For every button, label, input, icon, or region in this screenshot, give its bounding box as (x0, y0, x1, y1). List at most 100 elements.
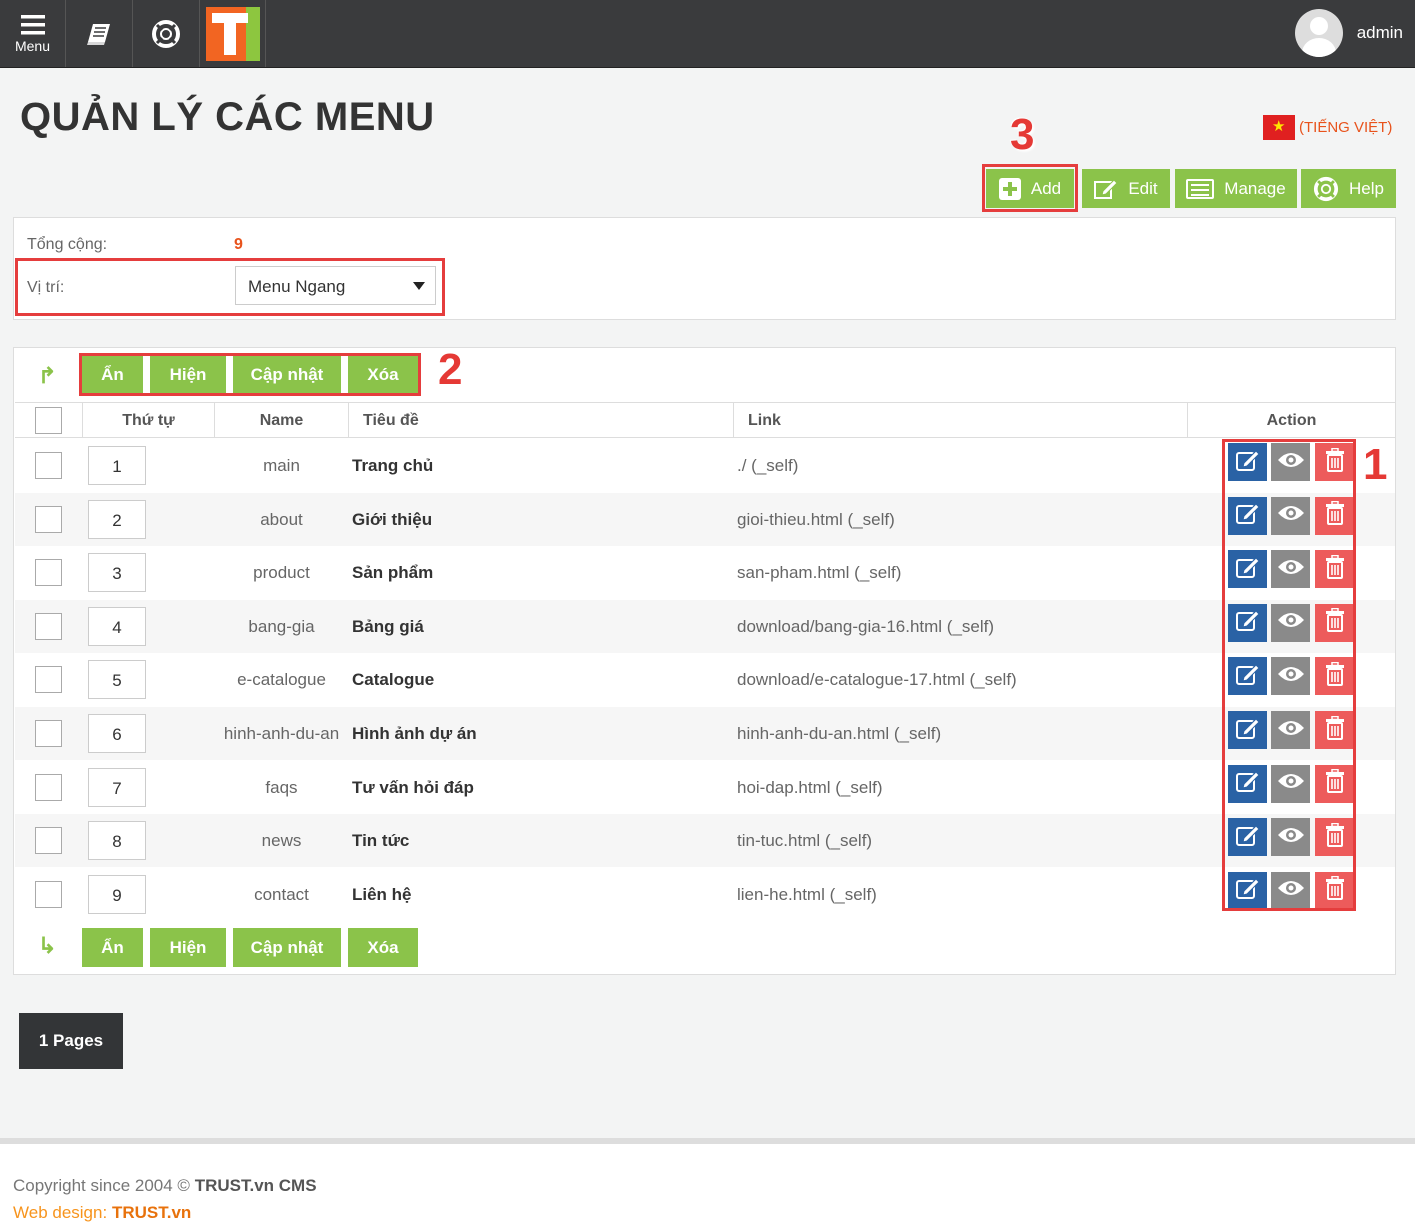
table-row: 2 about Giới thiệu gioi-thieu.html (_self) (15, 492, 1395, 546)
cell-title: Catalogue (352, 670, 435, 690)
th-link[interactable]: Link (734, 403, 1188, 438)
plus-icon (998, 177, 1021, 200)
cell-link: gioi-thieu.html (_self) (737, 509, 895, 529)
th-action: Action (1266, 412, 1317, 429)
help-label: Help (1349, 178, 1384, 198)
annotation-3: 3 (1010, 110, 1035, 159)
page-title: QUẢN LÝ CÁC MENU (20, 95, 435, 139)
annotation-1: 1 (1363, 440, 1388, 489)
row-checkbox[interactable] (35, 505, 62, 533)
copyright-brand: TRUST.vn CMS (194, 1176, 317, 1195)
cell-title: Tư vấn hỏi đáp (352, 777, 474, 797)
order-input[interactable]: 3 (88, 553, 146, 593)
cell-name: news (261, 831, 302, 851)
annotation-2: 2 (438, 345, 463, 394)
vietnam-flag-icon (1263, 115, 1295, 140)
hide-button-bottom[interactable]: Ẩn (82, 928, 143, 967)
cell-link: hinh-anh-du-an.html (_self) (737, 724, 942, 743)
copyright-text: Copyright since 2004 © TRUST.vn CMS (13, 1176, 317, 1195)
order-input[interactable]: 1 (88, 446, 146, 485)
user-name: admin (1356, 23, 1403, 42)
footer: Copyright since 2004 © TRUST.vn CMS Web … (0, 1138, 1415, 1230)
cell-name: contact (254, 884, 309, 904)
menu-button[interactable]: Menu (0, 0, 66, 67)
webdesign-text: Web design: TRUST.vn (13, 1203, 192, 1222)
cell-link: lien-he.html (_self) (737, 884, 877, 904)
cell-title: Giới thiệu (352, 509, 433, 529)
show-button-bottom[interactable]: Hiện (150, 928, 226, 967)
table-header: Thứ tự Name Tiêu đề Link Action (15, 402, 1395, 438)
cell-name: faqs (265, 777, 298, 797)
cell-title: Sản phẩm (352, 563, 434, 583)
edit-label: Edit (1128, 178, 1158, 198)
order-input[interactable]: 9 (88, 874, 146, 914)
th-name[interactable]: Name (215, 403, 349, 438)
cell-link: download/e-catalogue-17.html (_self) (737, 670, 1017, 690)
corner-arrow-up-icon: ↱ (38, 363, 57, 388)
row-checkbox[interactable] (35, 612, 62, 640)
cell-name: hinh-anh-du-an (223, 724, 340, 743)
trust-logo-icon (205, 6, 260, 61)
table-row: 1 main Trang chủ ./ (_self) (15, 439, 1395, 492)
top-bar: Menu admin (0, 0, 1415, 68)
th-order[interactable]: Thứ tự (83, 403, 215, 438)
app-logo[interactable] (200, 0, 266, 67)
total-value: 9 (234, 236, 243, 253)
order-input[interactable]: 8 (88, 821, 146, 861)
select-all-checkbox[interactable] (35, 407, 62, 434)
order-input[interactable]: 2 (88, 499, 146, 539)
cell-link: hoi-dap.html (_self) (737, 777, 883, 797)
cell-name: e-catalogue (237, 670, 326, 690)
cell-name: about (260, 509, 303, 529)
table-row: 9 contact Liên hệ lien-he.html (_self) (15, 868, 1395, 921)
cell-link: download/bang-gia-16.html (_self) (737, 616, 995, 636)
order-input[interactable]: 7 (88, 767, 146, 807)
order-input[interactable]: 4 (88, 606, 146, 646)
th-title[interactable]: Tiêu đề (349, 403, 734, 438)
pagination-info[interactable]: 1 Pages (19, 1013, 123, 1069)
lifebuoy-icon (152, 19, 180, 48)
cell-title: Tin tức (352, 831, 410, 851)
lifebuoy-icon (1313, 176, 1339, 201)
cell-link: ./ (_self) (737, 456, 799, 475)
row-checkbox[interactable] (35, 559, 62, 587)
hamburger-icon (20, 14, 45, 34)
delete-button-bottom[interactable]: Xóa (348, 928, 418, 967)
user-menu[interactable]: admin (1294, 9, 1403, 57)
menu-label: Menu (14, 37, 51, 54)
order-input[interactable]: 5 (88, 660, 146, 700)
cell-title: Liên hệ (352, 884, 412, 904)
table-row: 4 bang-gia Bảng giá download/bang-gia-16.ht… (15, 599, 1395, 653)
row-checkbox[interactable] (35, 827, 62, 855)
total-label: Tổng cộng: (27, 236, 108, 253)
row-checkbox[interactable] (35, 720, 62, 747)
row-checkbox[interactable] (35, 666, 62, 694)
corner-arrow-down-icon: ↳ (38, 933, 57, 958)
row-checkbox[interactable] (35, 452, 62, 479)
pencil-icon (1094, 178, 1119, 199)
highlight-bulk-actions (79, 353, 421, 396)
order-input[interactable]: 6 (88, 714, 146, 753)
cell-title: Hình ảnh dự án (352, 724, 477, 743)
help-button[interactable]: Help (1301, 169, 1396, 208)
add-button[interactable]: Add (986, 169, 1074, 208)
manage-label: Manage (1224, 178, 1286, 198)
webdesign-link[interactable]: TRUST.vn (112, 1203, 191, 1222)
row-checkbox[interactable] (35, 880, 62, 908)
cell-title: Trang chủ (352, 456, 434, 475)
table-row: 3 product Sản phẩm san-pham.html (_self) (15, 546, 1395, 599)
docs-button[interactable] (66, 0, 133, 67)
add-label: Add (1030, 178, 1062, 198)
highlight-position (15, 258, 445, 316)
table-row: 6 hinh-anh-du-an Hình ảnh dự án hinh-anh-du… (15, 707, 1395, 760)
support-button[interactable] (133, 0, 200, 67)
manage-button[interactable]: Manage (1175, 169, 1297, 208)
list-icon (1186, 178, 1215, 199)
highlight-row-actions (1222, 439, 1356, 911)
language-switcher[interactable]: (TIẾNG VIỆT) (1263, 115, 1392, 140)
th-select (15, 403, 83, 438)
table-row: 8 news Tin tức tin-tuc.html (_self) (15, 814, 1395, 868)
row-checkbox[interactable] (35, 773, 62, 801)
edit-button[interactable]: Edit (1082, 169, 1170, 208)
update-button-bottom[interactable]: Cập nhật (233, 928, 341, 967)
